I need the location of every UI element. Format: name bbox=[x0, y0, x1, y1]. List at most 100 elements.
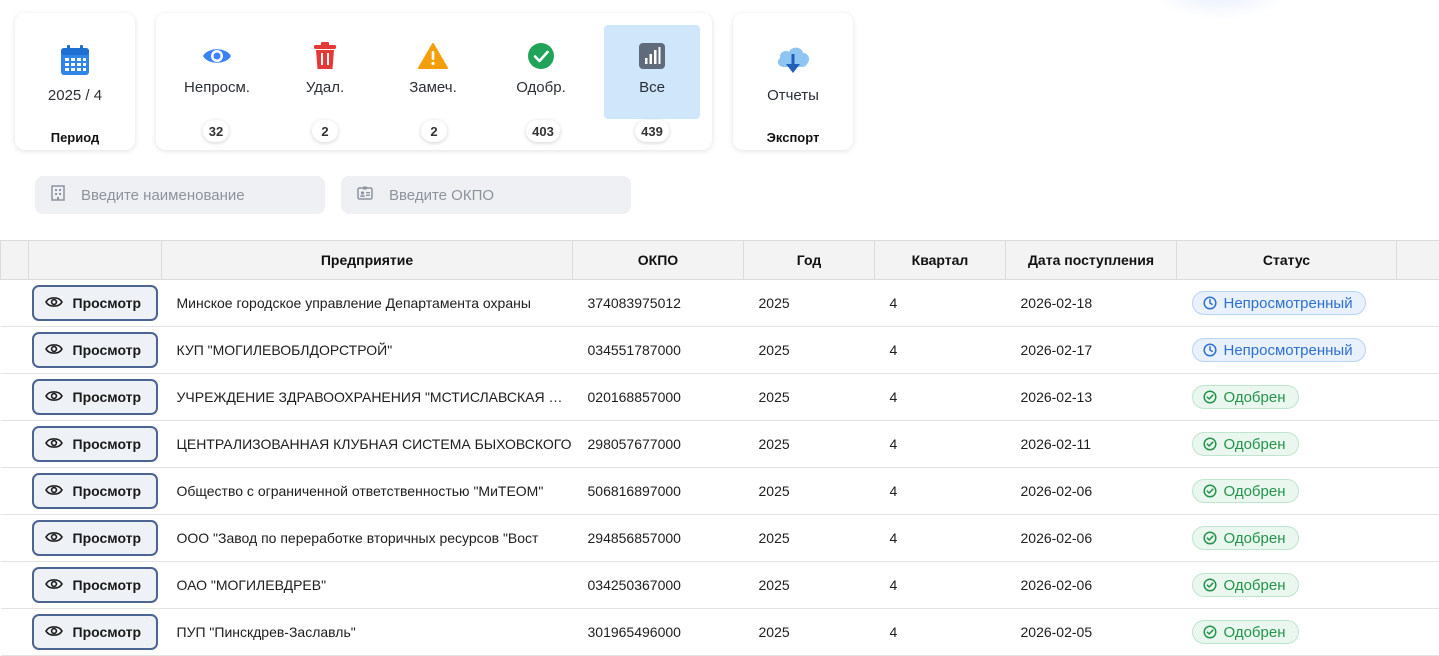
header-status[interactable]: Статус bbox=[1177, 241, 1397, 280]
filter-deleted[interactable]: Удал. bbox=[277, 25, 373, 119]
status-badge: Одобрен bbox=[1192, 573, 1299, 597]
row-action-cell: Просмотр bbox=[29, 515, 162, 562]
year-cell: 2025 bbox=[744, 327, 875, 374]
count-badge: 439 bbox=[635, 120, 669, 142]
quarter-cell: 4 bbox=[875, 327, 1006, 374]
status-cell: Непросмотренный bbox=[1177, 327, 1397, 374]
okpo-cell: 034551787000 bbox=[573, 327, 744, 374]
okpo-cell: 506816897000 bbox=[573, 468, 744, 515]
view-button[interactable]: Просмотр bbox=[32, 285, 158, 321]
row-action-cell: Просмотр bbox=[29, 609, 162, 656]
view-button-label: Просмотр bbox=[73, 342, 142, 358]
okpo-search-input[interactable] bbox=[387, 186, 611, 205]
filter-label: Все bbox=[639, 79, 665, 96]
header-year[interactable]: Год bbox=[744, 241, 875, 280]
filter-remarks[interactable]: Замеч. bbox=[385, 25, 481, 119]
status-badge: Непросмотренный bbox=[1192, 338, 1366, 362]
view-button[interactable]: Просмотр bbox=[32, 473, 158, 509]
filter-approved[interactable]: Одобр. bbox=[493, 25, 589, 119]
okpo-cell: 294856857000 bbox=[573, 515, 744, 562]
cloud-download-icon bbox=[775, 43, 811, 77]
table-row[interactable]: ПросмотрМинское городское управление Деп… bbox=[1, 280, 1439, 327]
status-badge: Одобрен bbox=[1192, 620, 1299, 644]
view-button[interactable]: Просмотр bbox=[32, 520, 158, 556]
period-card[interactable]: 2025 / 4 Период bbox=[15, 13, 135, 150]
company-cell: КУП "МОГИЛЕВОБЛДОРСТРОЙ" bbox=[162, 327, 573, 374]
row-spacer bbox=[1397, 468, 1439, 515]
year-cell: 2025 bbox=[744, 562, 875, 609]
building-icon bbox=[51, 185, 65, 206]
header-quarter[interactable]: Квартал bbox=[875, 241, 1006, 280]
table-row[interactable]: Просмотр КУП "МОГИЛЕВОБЛДОРСТРОЙ"03455178… bbox=[1, 327, 1439, 374]
table-row[interactable]: ПросмотрЦЕНТРАЛИЗОВАННАЯ КЛУБНАЯ СИСТЕМА… bbox=[1, 421, 1439, 468]
row-action-cell: Просмотр bbox=[29, 421, 162, 468]
period-caption: Период bbox=[51, 130, 100, 145]
row-spacer bbox=[1397, 374, 1439, 421]
filter-unviewed[interactable]: Непросм. bbox=[169, 25, 265, 119]
check-circle-icon bbox=[527, 41, 555, 71]
eye-icon bbox=[45, 436, 63, 452]
okpo-cell: 034250367000 bbox=[573, 562, 744, 609]
check-circle-icon bbox=[1203, 531, 1224, 545]
row-spacer bbox=[1, 421, 29, 468]
header-actions bbox=[29, 241, 162, 280]
eye-icon bbox=[45, 530, 63, 546]
table-row[interactable]: ПросмотрПУП "Пинскдрев-Заславль"30196549… bbox=[1, 609, 1439, 656]
header-company[interactable]: Предприятие bbox=[162, 241, 573, 280]
view-button[interactable]: Просмотр bbox=[32, 567, 158, 603]
table-row[interactable]: Просмотр ООО "Завод по переработке вторич… bbox=[1, 515, 1439, 562]
eye-icon bbox=[45, 342, 63, 358]
table-row[interactable]: ПросмотрОАО "МОГИЛЕВДРЕВ"034250367000202… bbox=[1, 562, 1439, 609]
row-spacer bbox=[1397, 421, 1439, 468]
export-caption: Экспорт bbox=[767, 130, 820, 145]
view-button[interactable]: Просмотр bbox=[32, 332, 158, 368]
view-button-label: Просмотр bbox=[73, 530, 142, 546]
eye-icon bbox=[45, 483, 63, 499]
year-cell: 2025 bbox=[744, 468, 875, 515]
status-text: Одобрен bbox=[1224, 624, 1286, 641]
year-cell: 2025 bbox=[744, 421, 875, 468]
quarter-cell: 4 bbox=[875, 374, 1006, 421]
filter-all[interactable]: Все bbox=[604, 25, 700, 119]
view-button[interactable]: Просмотр bbox=[32, 426, 158, 462]
name-search-field[interactable] bbox=[35, 176, 325, 214]
count-badge: 2 bbox=[421, 120, 447, 142]
date-cell: 2026-02-05 bbox=[1006, 609, 1177, 656]
status-text: Одобрен bbox=[1224, 530, 1286, 547]
company-cell: ООО "Завод по переработке вторичных ресу… bbox=[162, 515, 573, 562]
check-circle-icon bbox=[1203, 437, 1224, 451]
okpo-search-field[interactable] bbox=[341, 176, 631, 214]
header-date[interactable]: Дата поступления bbox=[1006, 241, 1177, 280]
view-button-label: Просмотр bbox=[73, 389, 142, 405]
company-cell: ОАО "МОГИЛЕВДРЕВ" bbox=[162, 562, 573, 609]
table-row[interactable]: Просмотр УЧРЕЖДЕНИЕ ЗДРАВООХРАНЕНИЯ "МСТИ… bbox=[1, 374, 1439, 421]
eye-icon bbox=[45, 295, 63, 311]
view-button-label: Просмотр bbox=[73, 624, 142, 640]
name-search-input[interactable] bbox=[79, 186, 303, 205]
view-button-label: Просмотр bbox=[73, 436, 142, 452]
check-circle-icon bbox=[1203, 625, 1224, 639]
header-okpo[interactable]: ОКПО bbox=[573, 241, 744, 280]
row-spacer bbox=[1, 327, 29, 374]
status-cell: Одобрен bbox=[1177, 468, 1397, 515]
date-cell: 2026-02-06 bbox=[1006, 468, 1177, 515]
row-spacer bbox=[1397, 609, 1439, 656]
view-button[interactable]: Просмотр bbox=[32, 614, 158, 650]
quarter-cell: 4 bbox=[875, 421, 1006, 468]
status-cell: Одобрен bbox=[1177, 609, 1397, 656]
table-row[interactable]: ПросмотрОбщество с ограниченной ответств… bbox=[1, 468, 1439, 515]
row-spacer bbox=[1, 609, 29, 656]
year-cell: 2025 bbox=[744, 515, 875, 562]
filter-label: Непросм. bbox=[184, 79, 250, 96]
check-circle-icon bbox=[1203, 484, 1224, 498]
row-spacer bbox=[1397, 562, 1439, 609]
row-spacer bbox=[1397, 515, 1439, 562]
view-button[interactable]: Просмотр bbox=[32, 379, 158, 415]
date-cell: 2026-02-18 bbox=[1006, 280, 1177, 327]
date-cell: 2026-02-06 bbox=[1006, 562, 1177, 609]
okpo-cell: 301965496000 bbox=[573, 609, 744, 656]
company-cell: УЧРЕЖДЕНИЕ ЗДРАВООХРАНЕНИЯ "МСТИСЛАВСКАЯ… bbox=[162, 374, 573, 421]
year-cell: 2025 bbox=[744, 280, 875, 327]
row-action-cell: Просмотр bbox=[29, 374, 162, 421]
export-card[interactable]: Отчеты Экспорт bbox=[733, 13, 853, 150]
